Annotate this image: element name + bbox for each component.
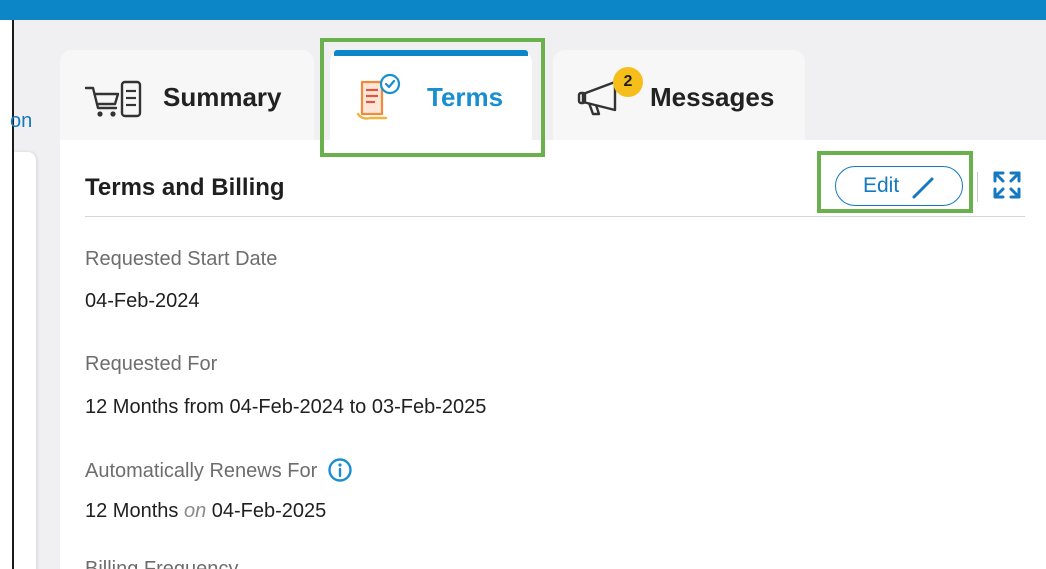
auto-renews-date: 04-Feb-2025 — [211, 500, 327, 522]
left-edge — [0, 20, 14, 569]
tab-messages[interactable]: 2 Messages — [553, 50, 805, 142]
edit-button-label: Edit — [863, 174, 900, 197]
auto-renews-connector: on — [183, 500, 207, 522]
tab-terms[interactable]: Terms — [330, 50, 532, 142]
terms-billing-panel: Terms and Billing Edit Requested Start D… — [60, 140, 1046, 569]
auto-renews-value: 12 Months on 04-Feb-2025 — [85, 500, 326, 523]
contract-check-icon — [356, 72, 406, 129]
cart-list-icon — [84, 78, 144, 127]
tab-summary[interactable]: Summary — [60, 50, 314, 142]
auto-renews-label: Automatically Renews For — [85, 460, 318, 482]
info-icon[interactable] — [327, 457, 353, 489]
requested-for-label: Requested For — [85, 353, 218, 375]
requested-start-date-label: Requested Start Date — [85, 248, 278, 270]
messages-count-badge: 2 — [613, 67, 643, 97]
title-divider — [85, 216, 1025, 217]
expand-icon[interactable] — [992, 170, 1022, 205]
requested-for-value: 12 Months from 04-Feb-2024 to 03-Feb-202… — [85, 396, 487, 418]
requested-start-date-value: 04-Feb-2024 — [85, 290, 200, 312]
billing-frequency-label: Billing Frequency — [85, 558, 239, 569]
toolbar-divider — [977, 172, 978, 202]
section-title: Terms and Billing — [85, 174, 285, 201]
edit-button[interactable]: Edit — [835, 166, 963, 206]
auto-renews-label-row: Automatically Renews For — [85, 457, 353, 489]
active-tab-indicator — [334, 50, 528, 56]
auto-renews-duration: 12 Months — [85, 500, 179, 522]
tab-messages-label: Messages — [650, 82, 775, 112]
left-panel — [14, 152, 36, 569]
pencil-icon — [911, 176, 935, 205]
tab-summary-label: Summary — [163, 82, 282, 112]
left-nav-link-fragment[interactable]: on — [10, 110, 32, 133]
app-frame: on Summary Terms 2 Messages Terms and Bi… — [0, 0, 1046, 569]
top-bar — [0, 0, 1046, 20]
tab-terms-label: Terms — [427, 82, 504, 112]
